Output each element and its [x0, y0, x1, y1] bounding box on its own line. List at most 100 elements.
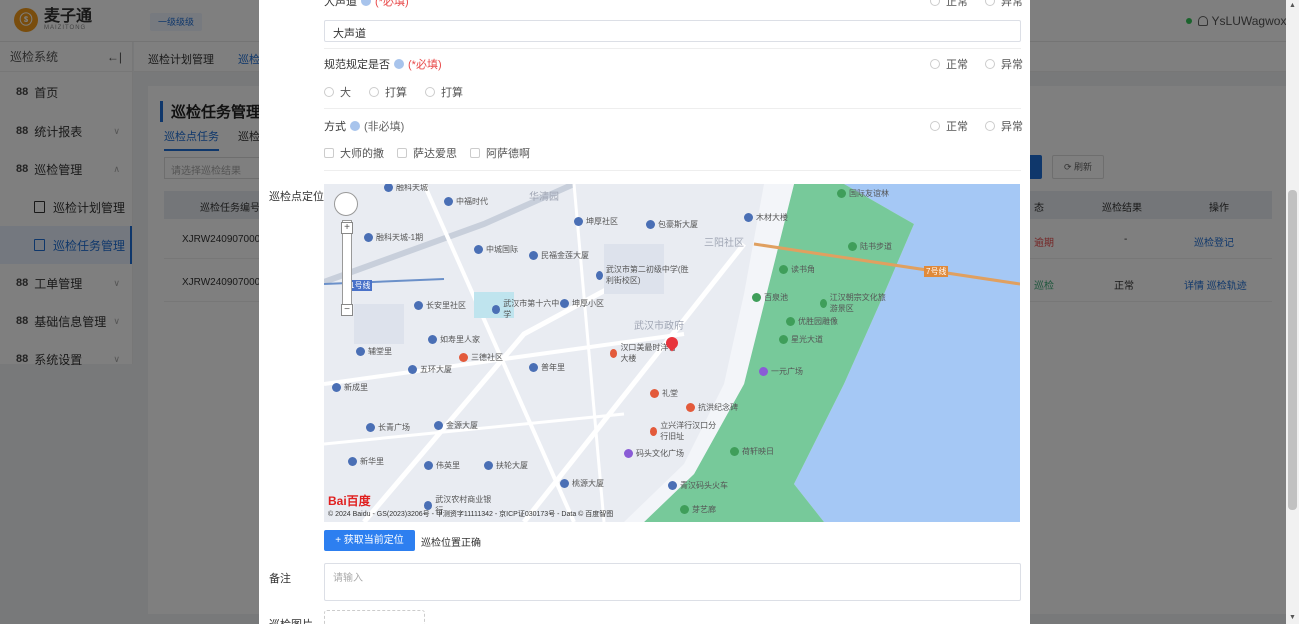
map-poi[interactable]: 长青广场 [366, 422, 410, 433]
divider [324, 108, 1021, 109]
radio-normal[interactable]: 正常 [930, 56, 968, 72]
scrollbar-thumb[interactable] [1288, 190, 1297, 510]
map-poi[interactable]: 武汉市第十六中学 [492, 298, 562, 320]
location-map[interactable]: 华清园 三阳社区 武汉市政府 融科天城 中福时代 坤厚社区 包豪斯大厦 木材大楼… [324, 184, 1020, 522]
photo-upload[interactable] [324, 610, 425, 624]
map-poi[interactable]: 坤厚社区 [574, 216, 618, 227]
map-poi[interactable]: 荷轩映日 [730, 446, 774, 457]
choice-radio[interactable]: 大 [324, 84, 351, 100]
zoom-in-icon[interactable]: + [341, 222, 353, 234]
poi-label: 融科天城 [396, 184, 428, 192]
question-text: 方式 [324, 121, 346, 133]
choice-radio[interactable]: 打算 [369, 84, 407, 100]
radio-abnormal[interactable]: 异常 [985, 56, 1023, 72]
poi-marker-icon [366, 423, 375, 432]
radio-label: 异常 [1001, 59, 1023, 71]
poi-label: 伟英里 [436, 461, 460, 470]
map-poi[interactable]: 星光大道 [779, 334, 823, 345]
map-provider-logo: Bai百度 [328, 494, 371, 508]
option-checkbox[interactable]: 阿萨德啊 [470, 145, 530, 161]
map-area-label: 三阳社区 [704, 238, 744, 249]
map-poi[interactable]: 陆书步道 [848, 241, 892, 252]
poi-marker-icon [646, 220, 655, 229]
poi-marker-icon [364, 233, 373, 242]
map-poi[interactable]: 融科天城-1期 [364, 232, 423, 243]
map-poi[interactable]: 五环大厦 [408, 364, 452, 375]
map-poi[interactable]: 普年里 [529, 362, 565, 373]
map-poi[interactable]: 立兴洋行汉口分行旧址 [650, 420, 724, 442]
zoom-out-icon[interactable]: − [341, 304, 353, 316]
poi-marker-icon [668, 481, 677, 490]
poi-marker-icon [744, 213, 753, 222]
scroll-down-icon[interactable]: ▼ [1289, 614, 1296, 621]
option-checkbox[interactable]: 大师的撒 [324, 145, 384, 161]
poi-marker-icon [492, 304, 501, 314]
map-poi[interactable]: 金源大厦 [434, 420, 478, 431]
map-poi[interactable]: 伟英里 [424, 460, 460, 471]
map-poi[interactable]: 辅堂里 [356, 346, 392, 357]
photo-label: 巡检图片 [269, 616, 313, 624]
map-poi[interactable]: 抗洪纪念碑 [686, 402, 738, 413]
map-poi[interactable]: 百泉池 [752, 292, 788, 303]
map-poi[interactable]: 优胜园雕像 [786, 316, 838, 327]
poi-label: 新华里 [360, 457, 384, 466]
poi-marker-icon [529, 363, 538, 372]
radio-circle [985, 0, 995, 6]
poi-marker-icon [820, 298, 827, 308]
scroll-up-icon[interactable]: ▲ [1289, 2, 1296, 9]
option-checkbox[interactable]: 萨达爱思 [397, 145, 457, 161]
map-pan-icon[interactable] [334, 192, 358, 216]
help-icon[interactable] [350, 121, 360, 131]
poi-label: 武汉市第二初级中学(胜利街校区) [605, 265, 689, 285]
radio-normal[interactable]: 正常 [930, 118, 968, 134]
poi-marker-icon [610, 348, 618, 358]
map-poi[interactable]: 包豪斯大厦 [646, 219, 698, 230]
poi-label: 中福时代 [456, 197, 488, 206]
poi-marker-icon [428, 335, 437, 344]
map-poi[interactable]: 融科天城 [384, 184, 428, 193]
metro-line-badge: 7号线 [924, 266, 949, 277]
radio-circle [369, 87, 379, 97]
map-poi[interactable]: 中福时代 [444, 196, 488, 207]
radio-normal[interactable]: 正常 [930, 0, 968, 9]
map-poi[interactable]: 长安里社区 [414, 300, 466, 311]
map-poi[interactable]: 礼堂 [650, 388, 678, 399]
choice-radio[interactable]: 打算 [425, 84, 463, 100]
map-poi[interactable]: 木材大楼 [744, 212, 788, 223]
help-icon[interactable] [394, 59, 404, 69]
radio-circle [930, 121, 940, 131]
remark-textarea[interactable]: 请输入 [324, 563, 1021, 601]
radio-abnormal[interactable]: 异常 [985, 0, 1023, 9]
map-poi[interactable]: 一元广场 [759, 366, 803, 377]
poi-marker-icon [650, 426, 658, 436]
map-poi[interactable]: 民福金莲大厦 [529, 250, 589, 261]
map-poi[interactable]: 青汉码头火车 [668, 480, 728, 491]
get-location-button[interactable]: + 获取当前定位 [324, 530, 415, 551]
map-poi[interactable]: 如寿里人家 [428, 334, 480, 345]
poi-label: 融科天城-1期 [376, 233, 424, 242]
map-poi[interactable]: 国际友谊林 [837, 188, 889, 199]
map-poi[interactable]: 武汉市第二初级中学(胜利街校区) [596, 264, 696, 286]
map-poi[interactable]: 江汉朝宗文化旅游景区 [820, 292, 890, 314]
map-poi[interactable]: 新成里 [332, 382, 368, 393]
location-status: 巡检位置正确 [421, 538, 481, 549]
poi-marker-icon [680, 505, 689, 514]
map-poi[interactable]: 坤厚小区 [560, 298, 604, 309]
help-icon[interactable] [361, 0, 371, 6]
required-mark: (*必填) [408, 59, 442, 71]
map-poi[interactable]: 新华里 [348, 456, 384, 467]
map-poi[interactable]: 桃源大厦 [560, 478, 604, 489]
map-poi[interactable]: 芽艺廊 [680, 504, 716, 515]
map-poi[interactable]: 扶轮大厦 [484, 460, 528, 471]
poi-label: 礼堂 [662, 389, 678, 398]
radio-abnormal[interactable]: 异常 [985, 118, 1023, 134]
answer-input[interactable]: 大声道 [324, 20, 1021, 42]
page-scrollbar[interactable]: ▲ ▼ [1286, 0, 1299, 624]
zoom-slider[interactable] [342, 220, 352, 316]
poi-marker-icon [348, 457, 357, 466]
map-poi[interactable]: 码头文化广场 [624, 448, 684, 459]
map-poi[interactable]: 三德社区 [459, 352, 503, 363]
map-poi[interactable]: 读书角 [779, 264, 815, 275]
poi-marker-icon [730, 447, 739, 456]
map-poi[interactable]: 中城国际 [474, 244, 518, 255]
